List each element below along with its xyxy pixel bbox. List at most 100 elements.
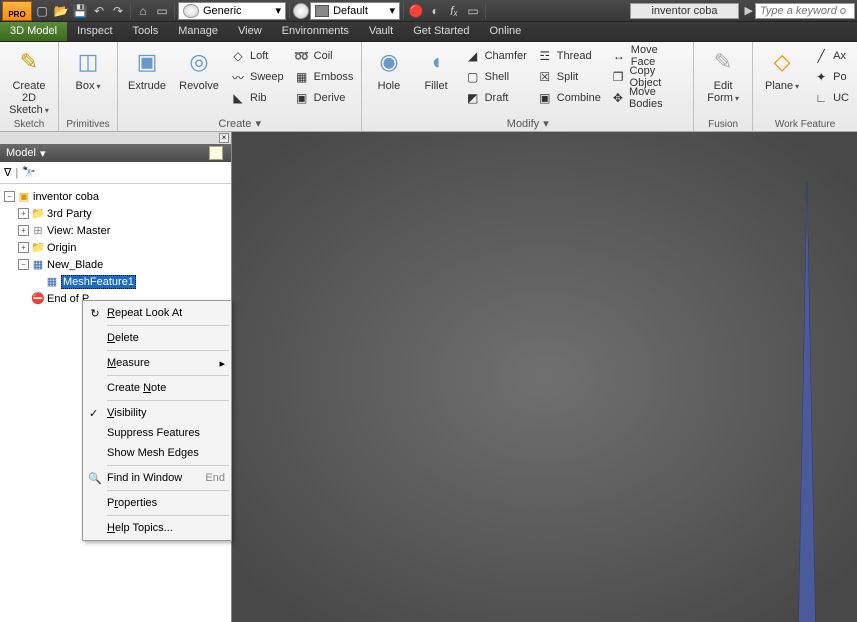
- tree-root[interactable]: −▣inventor coba: [0, 188, 231, 205]
- derive-button[interactable]: ▣Derive: [292, 88, 356, 108]
- box-icon: ◫: [72, 46, 104, 78]
- adjust-icon[interactable]: ◐: [426, 2, 444, 20]
- chamfer-button[interactable]: ◢Chamfer: [463, 46, 529, 66]
- qat-separator: [289, 3, 290, 19]
- ucs-button[interactable]: ∟UC: [811, 88, 851, 108]
- combine-button[interactable]: ▣Combine: [535, 88, 603, 108]
- select-icon[interactable]: ▭: [153, 2, 171, 20]
- rib-button[interactable]: ◣Rib: [228, 88, 286, 108]
- ctx-find-in-window[interactable]: 🔍Find in WindowEnd: [83, 468, 231, 488]
- axis-button[interactable]: ╱Ax: [811, 46, 851, 66]
- thread-button[interactable]: ☲Thread: [535, 46, 603, 66]
- qat-separator: [130, 3, 131, 19]
- combine-icon: ▣: [537, 90, 553, 106]
- tab-environments[interactable]: Environments: [272, 22, 359, 41]
- emboss-button[interactable]: ▦Emboss: [292, 67, 356, 87]
- move-bodies-button[interactable]: ✥Move Bodies: [609, 88, 687, 108]
- ctx-help[interactable]: Help Topics...: [83, 518, 231, 538]
- fillet-icon: ◖: [420, 46, 452, 78]
- ctx-visibility[interactable]: ✓Visibility: [83, 403, 231, 423]
- appearance-dropdown[interactable]: Default ▾: [310, 2, 400, 20]
- shell-icon: ▢: [465, 69, 481, 85]
- ctx-separator: [107, 515, 229, 516]
- appearance-icon[interactable]: 🔴: [407, 2, 425, 20]
- binoculars-icon[interactable]: 🔭: [22, 166, 36, 179]
- appearance-swatch-icon: [315, 5, 329, 17]
- help-icon[interactable]: ?: [209, 146, 223, 160]
- save-icon[interactable]: 💾: [71, 2, 89, 20]
- ctx-separator: [107, 465, 229, 466]
- emboss-icon: ▦: [294, 69, 310, 85]
- tab-online[interactable]: Online: [479, 22, 531, 41]
- ctx-create-note[interactable]: Create Note: [83, 378, 231, 398]
- coil-button[interactable]: ➿Coil: [292, 46, 356, 66]
- ctx-measure[interactable]: Measure▸: [83, 353, 231, 373]
- tab-view[interactable]: View: [228, 22, 272, 41]
- new-icon[interactable]: ▢: [33, 2, 51, 20]
- draft-button[interactable]: ◩Draft: [463, 88, 529, 108]
- point-icon: ✦: [813, 69, 829, 85]
- model-browser-header[interactable]: Model▾ ?: [0, 144, 231, 162]
- hole-icon: ◉: [373, 46, 405, 78]
- material-dropdown[interactable]: Generic ▾: [178, 2, 286, 20]
- box-button[interactable]: ◫ Box: [65, 44, 111, 93]
- plane-button[interactable]: ◇ Plane: [759, 44, 805, 93]
- redo-icon[interactable]: ↷: [109, 2, 127, 20]
- ribbon-group-modify: ◉ Hole ◖ Fillet ◢Chamfer ▢Shell ◩Draft ☲…: [362, 42, 694, 131]
- panel-handle[interactable]: ×: [0, 132, 232, 144]
- loft-button[interactable]: ◇Loft: [228, 46, 286, 66]
- fillet-button[interactable]: ◖ Fillet: [416, 44, 457, 92]
- revolve-button[interactable]: ◎ Revolve: [176, 44, 222, 92]
- material-label: Generic: [203, 5, 242, 17]
- create-2d-sketch-button[interactable]: ✎ Create 2D Sketch: [6, 44, 52, 117]
- model-browser-toolbar: ∇ | 🔭: [0, 162, 231, 184]
- repeat-icon: ↻: [87, 307, 103, 320]
- context-menu: ↻Repeat Look At Delete Measure▸ Create N…: [82, 300, 232, 541]
- extrude-button[interactable]: ▣ Extrude: [124, 44, 170, 92]
- tree-origin[interactable]: +📁Origin: [0, 239, 231, 256]
- appearance-label: Default: [333, 5, 368, 17]
- inventor-logo[interactable]: PRO: [2, 1, 32, 21]
- tree-view-master[interactable]: +⊞View: Master: [0, 222, 231, 239]
- stop-icon: ⛔: [31, 292, 45, 306]
- tab-inspect[interactable]: Inspect: [67, 22, 122, 41]
- thread-icon: ☲: [537, 48, 553, 64]
- copy-object-button[interactable]: ❐Copy Object: [609, 67, 687, 87]
- tab-vault[interactable]: Vault: [359, 22, 403, 41]
- split-button[interactable]: ☒Split: [535, 67, 603, 87]
- edit-form-button[interactable]: ✎ Edit Form: [700, 44, 746, 105]
- fx-icon[interactable]: fₓ: [445, 2, 463, 20]
- quick-access-toolbar: PRO ▢ 📂 💾 ↶ ↷ ⌂ ▭ Generic ▾ Default ▾ 🔴 …: [0, 0, 857, 22]
- tree-mesh-feature[interactable]: ▦MeshFeature1: [0, 273, 231, 290]
- ctx-properties[interactable]: Properties: [83, 493, 231, 513]
- home-icon[interactable]: ⌂: [134, 2, 152, 20]
- shell-button[interactable]: ▢Shell: [463, 67, 529, 87]
- viewport-3d[interactable]: [232, 132, 857, 622]
- tree-new-blade[interactable]: −▦New_Blade: [0, 256, 231, 273]
- search-input[interactable]: [755, 3, 855, 19]
- ctx-suppress[interactable]: Suppress Features: [83, 423, 231, 443]
- search-go-icon[interactable]: ▶: [745, 4, 753, 17]
- sweep-button[interactable]: 〰Sweep: [228, 67, 286, 87]
- undo-icon[interactable]: ↶: [90, 2, 108, 20]
- qat-separator: [485, 3, 486, 19]
- open-icon[interactable]: 📂: [52, 2, 70, 20]
- tree-3rd-party[interactable]: +📁3rd Party: [0, 205, 231, 222]
- move-face-button[interactable]: ↔Move Face: [609, 46, 687, 66]
- tab-get-started[interactable]: Get Started: [403, 22, 479, 41]
- ctx-repeat[interactable]: ↻Repeat Look At: [83, 303, 231, 323]
- tab-3d-model[interactable]: 3D Model: [0, 22, 67, 41]
- folder-icon: 📁: [31, 207, 45, 221]
- filter-icon[interactable]: ∇: [4, 166, 11, 179]
- qat-separator: [174, 3, 175, 19]
- appearance-swatch-icon[interactable]: [293, 3, 309, 19]
- settings-icon[interactable]: ▭: [464, 2, 482, 20]
- ctx-delete[interactable]: Delete: [83, 328, 231, 348]
- panel-close-button[interactable]: ×: [219, 133, 229, 143]
- hole-button[interactable]: ◉ Hole: [368, 44, 409, 92]
- point-button[interactable]: ✦Po: [811, 67, 851, 87]
- material-swatch-icon: [183, 4, 199, 18]
- ctx-show-mesh-edges[interactable]: Show Mesh Edges: [83, 443, 231, 463]
- tab-tools[interactable]: Tools: [123, 22, 169, 41]
- tab-manage[interactable]: Manage: [168, 22, 228, 41]
